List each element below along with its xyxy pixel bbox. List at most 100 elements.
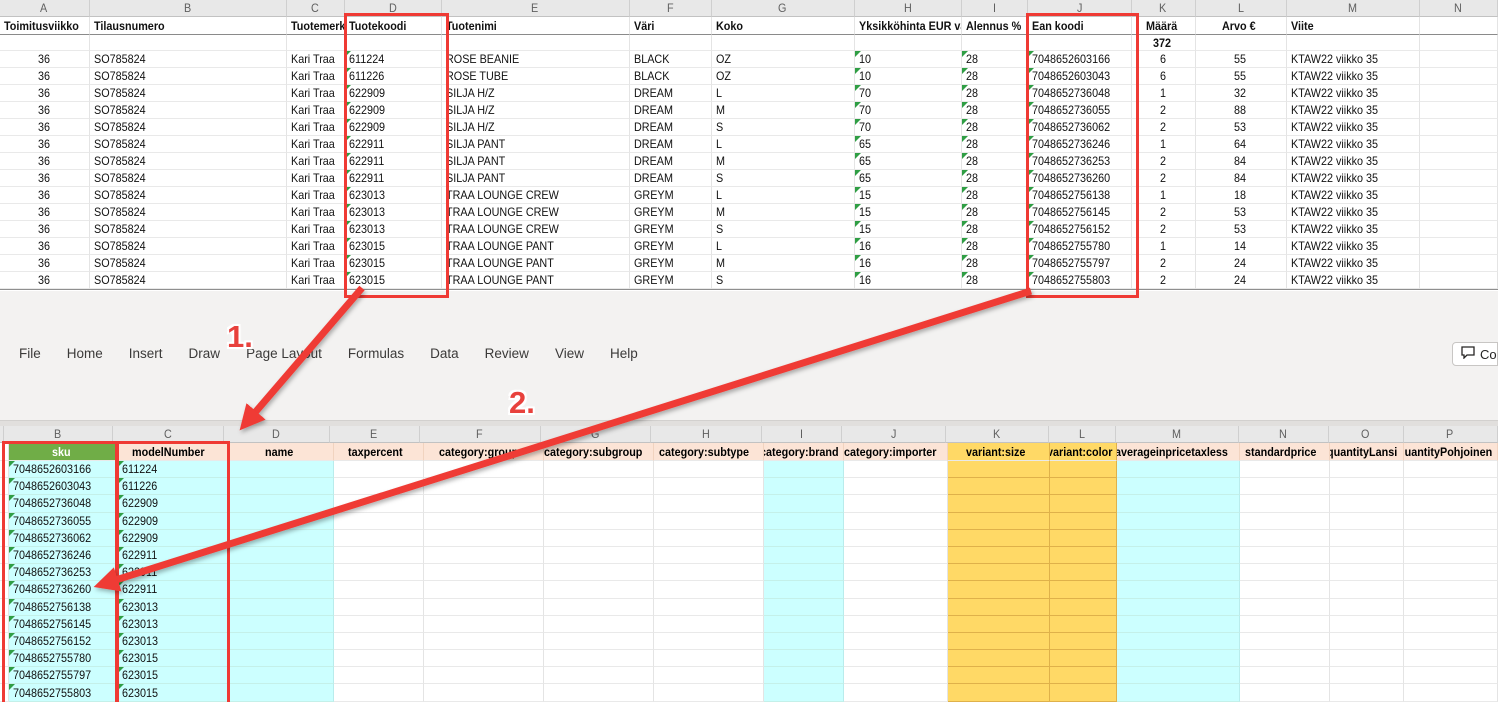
data-cell[interactable] [1240, 513, 1330, 530]
data-cell[interactable]: 7048652756152 [9, 633, 118, 650]
column-header-cell[interactable]: Määrä [1132, 17, 1196, 35]
data-cell[interactable] [844, 650, 948, 667]
data-cell[interactable]: 1 [1132, 85, 1196, 102]
data-cell[interactable]: 2 [1132, 102, 1196, 119]
data-cell[interactable]: TRAA LOUNGE PANT [442, 238, 630, 255]
column-letter[interactable]: K [1132, 0, 1196, 17]
data-cell[interactable]: 32 [1196, 85, 1287, 102]
data-cell[interactable] [654, 513, 765, 530]
data-cell[interactable]: M [712, 204, 855, 221]
data-cell[interactable]: 7048652736253 [9, 564, 118, 581]
data-cell[interactable] [228, 461, 334, 478]
menu-tab-data[interactable]: Data [417, 346, 472, 361]
data-cell[interactable] [0, 599, 9, 616]
data-cell[interactable] [844, 581, 948, 598]
menu-tab-formulas[interactable]: Formulas [335, 346, 417, 361]
data-cell[interactable]: KTAW22 viikko 35 [1287, 119, 1420, 136]
data-cell[interactable]: GREYM [630, 204, 712, 221]
column-letter[interactable]: A [0, 0, 90, 17]
data-cell[interactable]: SO785824 [90, 272, 287, 289]
data-cell[interactable] [1404, 684, 1498, 701]
data-cell[interactable]: 611226 [345, 68, 442, 85]
data-cell[interactable]: 36 [0, 85, 90, 102]
data-cell[interactable]: 622909 [345, 119, 442, 136]
column-letter[interactable]: L [1196, 0, 1287, 17]
data-cell[interactable] [948, 547, 1051, 564]
data-cell[interactable]: 7048652736246 [1028, 136, 1132, 153]
data-cell[interactable] [654, 599, 765, 616]
data-cell[interactable] [1117, 581, 1240, 598]
data-cell[interactable] [764, 530, 844, 547]
data-cell[interactable] [948, 495, 1051, 512]
data-cell[interactable]: 55 [1196, 68, 1287, 85]
data-cell[interactable] [334, 684, 424, 701]
data-cell[interactable]: KTAW22 viikko 35 [1287, 102, 1420, 119]
data-cell[interactable]: 28 [962, 221, 1028, 238]
data-cell[interactable] [844, 478, 948, 495]
empty-cell[interactable] [442, 35, 630, 51]
data-cell[interactable]: BLACK [630, 68, 712, 85]
data-cell[interactable] [228, 581, 334, 598]
data-cell[interactable] [654, 461, 765, 478]
data-cell[interactable]: DREAM [630, 136, 712, 153]
data-cell[interactable] [1050, 581, 1117, 598]
data-cell[interactable] [228, 667, 334, 684]
data-cell[interactable]: 2 [1132, 170, 1196, 187]
data-cell[interactable]: KTAW22 viikko 35 [1287, 238, 1420, 255]
data-cell[interactable]: 623015 [118, 684, 229, 701]
data-cell[interactable]: M [712, 255, 855, 272]
data-cell[interactable] [948, 530, 1051, 547]
data-cell[interactable]: KTAW22 viikko 35 [1287, 187, 1420, 204]
data-cell[interactable] [1240, 616, 1330, 633]
data-cell[interactable] [424, 461, 545, 478]
column-header-cell[interactable]: Tuotenimi [442, 17, 630, 35]
column-letter[interactable]: B [4, 426, 113, 443]
data-cell[interactable] [654, 684, 765, 701]
data-cell[interactable]: 2 [1132, 272, 1196, 289]
data-cell[interactable]: SO785824 [90, 187, 287, 204]
data-cell[interactable]: 24 [1196, 255, 1287, 272]
data-cell[interactable]: Kari Traa [287, 51, 345, 68]
data-cell[interactable] [1240, 461, 1330, 478]
data-cell[interactable] [334, 616, 424, 633]
data-cell[interactable] [764, 478, 844, 495]
data-cell[interactable] [764, 547, 844, 564]
data-cell[interactable] [764, 684, 844, 701]
column-letter[interactable]: L [1049, 426, 1116, 443]
data-cell[interactable]: 622911 [345, 170, 442, 187]
data-cell[interactable]: 64 [1196, 136, 1287, 153]
data-cell[interactable]: 623013 [345, 187, 442, 204]
data-cell[interactable] [334, 513, 424, 530]
column-header-cell[interactable]: Toimitusviikko [0, 17, 90, 35]
data-cell[interactable] [1330, 581, 1405, 598]
data-cell[interactable]: 70 [855, 102, 962, 119]
column-header-cell[interactable]: category:subtype [654, 443, 765, 461]
data-cell[interactable] [1420, 119, 1498, 136]
data-cell[interactable] [1404, 564, 1498, 581]
data-cell[interactable] [948, 564, 1051, 581]
data-cell[interactable] [1240, 650, 1330, 667]
menu-tab-page-layout[interactable]: Page Layout [233, 346, 335, 361]
data-cell[interactable]: 1 [1132, 136, 1196, 153]
data-cell[interactable]: 622911 [345, 153, 442, 170]
data-cell[interactable] [1420, 204, 1498, 221]
data-cell[interactable]: SO785824 [90, 51, 287, 68]
data-cell[interactable]: KTAW22 viikko 35 [1287, 221, 1420, 238]
data-cell[interactable] [844, 633, 948, 650]
data-cell[interactable] [228, 633, 334, 650]
data-cell[interactable]: 16 [855, 255, 962, 272]
column-header-cell[interactable]: quantityLansi [1330, 443, 1405, 461]
data-cell[interactable] [1330, 684, 1405, 701]
data-cell[interactable] [1117, 684, 1240, 701]
column-header-cell[interactable]: variant:size [948, 443, 1051, 461]
data-cell[interactable]: 65 [855, 170, 962, 187]
empty-cell[interactable] [90, 35, 287, 51]
data-cell[interactable]: Kari Traa [287, 119, 345, 136]
data-cell[interactable] [0, 616, 9, 633]
column-header-cell[interactable]: category:group [424, 443, 545, 461]
column-header-cell[interactable]: averageinpricetaxless [1117, 443, 1240, 461]
data-cell[interactable] [0, 564, 9, 581]
data-cell[interactable]: 36 [0, 51, 90, 68]
data-cell[interactable]: SO785824 [90, 136, 287, 153]
data-cell[interactable] [1330, 633, 1405, 650]
